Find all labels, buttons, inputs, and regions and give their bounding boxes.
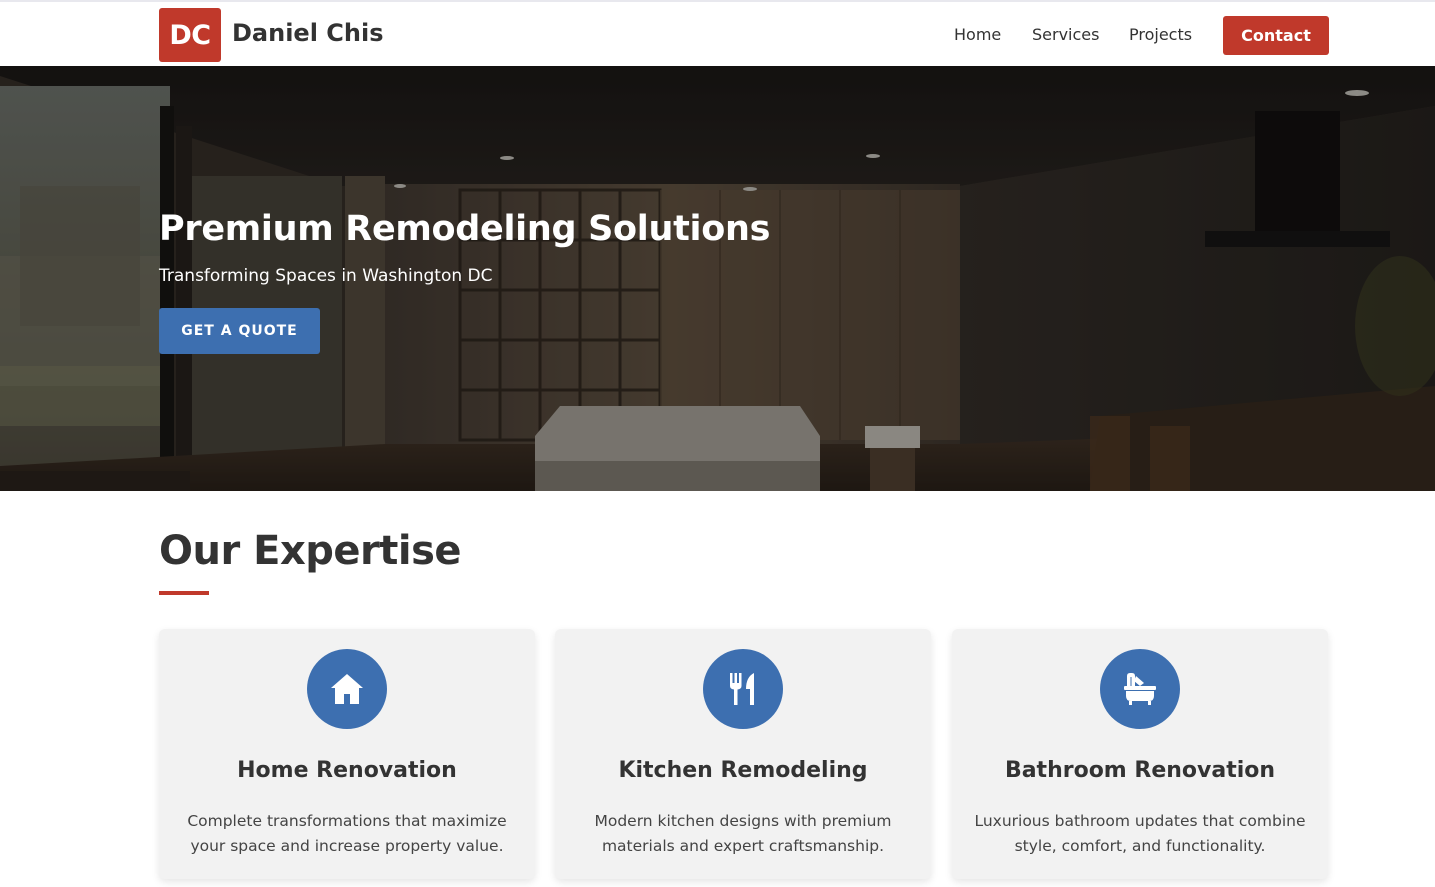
- get-a-quote-button[interactable]: GET A QUOTE: [159, 308, 320, 354]
- title-underline: [159, 591, 209, 595]
- card-title: Bathroom Renovation: [1004, 758, 1276, 783]
- bath-icon: [1100, 649, 1180, 729]
- nav-link-services[interactable]: Services: [1032, 25, 1099, 44]
- card-description: Luxurious bathroom updates that combine …: [974, 812, 1306, 855]
- card-title: Home Renovation: [237, 758, 457, 783]
- site-header: DC Daniel Chis Home Services Projects Co…: [0, 0, 1435, 66]
- service-card-home-renovation[interactable]: Home Renovation Complete transformations…: [159, 629, 535, 879]
- card-description: Complete transformations that maximize y…: [187, 812, 507, 855]
- contact-button[interactable]: Contact: [1223, 16, 1329, 55]
- hero-section: Premium Remodeling Solutions Transformin…: [0, 66, 1435, 491]
- card-description: Modern kitchen designs with premium mate…: [594, 812, 892, 855]
- brand-name[interactable]: Daniel Chis: [232, 19, 384, 47]
- nav-link-home[interactable]: Home: [954, 25, 1001, 44]
- logo-mark[interactable]: DC: [159, 8, 221, 62]
- service-card-bathroom-renovation[interactable]: Bathroom Renovation Luxurious bathroom u…: [952, 629, 1328, 879]
- expertise-title: Our Expertise: [159, 528, 462, 574]
- home-icon: [307, 649, 387, 729]
- nav-link-projects[interactable]: Projects: [1129, 25, 1192, 44]
- card-title: Kitchen Remodeling: [618, 758, 868, 783]
- hero-title: Premium Remodeling Solutions: [159, 209, 771, 249]
- utensils-icon: [703, 649, 783, 729]
- hero-subtitle: Transforming Spaces in Washington DC: [159, 266, 493, 286]
- service-card-kitchen-remodeling[interactable]: Kitchen Remodeling Modern kitchen design…: [555, 629, 931, 879]
